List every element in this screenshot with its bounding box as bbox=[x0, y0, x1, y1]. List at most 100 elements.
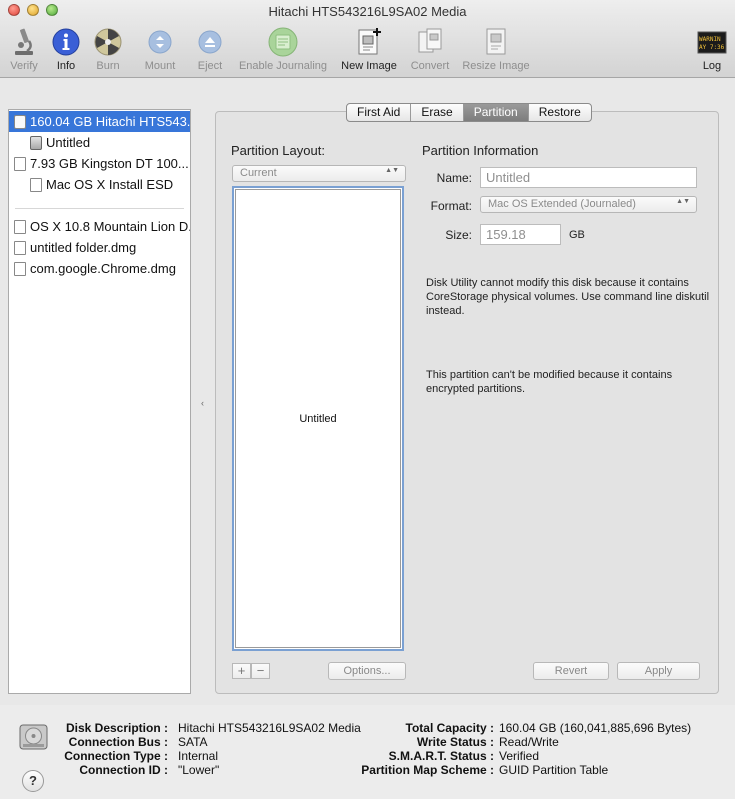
encrypted-message: This partition can't be modified because… bbox=[426, 369, 673, 395]
log-icon-line2: AY 7:36 bbox=[699, 44, 725, 51]
format-popup[interactable]: Mac OS Extended (Journaled) ▲▼ bbox=[480, 196, 697, 213]
burn-label: Burn bbox=[96, 60, 120, 72]
disk-image-icon bbox=[14, 219, 26, 234]
sidebar-item-untitled-volume[interactable]: Untitled bbox=[9, 132, 190, 153]
info-icon bbox=[51, 26, 81, 58]
partition-block-untitled[interactable]: Untitled bbox=[235, 189, 401, 648]
new-image-icon bbox=[355, 26, 383, 58]
disk-utility-window: Hitachi HTS543216L9SA02 Media Verify Inf… bbox=[0, 0, 735, 799]
convert-label: Convert bbox=[410, 60, 450, 72]
device-sidebar: 160.04 GB Hitachi HTS543... Untitled 7.9… bbox=[8, 109, 191, 694]
enable-journaling-label: Enable Journaling bbox=[238, 60, 328, 72]
sidebar-item-label: Mac OS X Install ESD bbox=[46, 177, 174, 192]
partition-layout-value: Current bbox=[240, 167, 277, 179]
resize-image-button[interactable]: Resize Image bbox=[460, 26, 532, 72]
mount-button[interactable]: Mount bbox=[142, 26, 178, 72]
options-button[interactable]: Options... bbox=[328, 662, 406, 680]
tab-partition[interactable]: Partition bbox=[463, 104, 529, 121]
mount-icon bbox=[147, 26, 173, 58]
resize-image-icon bbox=[482, 26, 510, 58]
size-label: Size: bbox=[445, 228, 472, 242]
resize-image-label: Resize Image bbox=[462, 60, 530, 72]
smart-status-value: Verified bbox=[499, 749, 540, 763]
partition-name-field[interactable]: Untitled bbox=[480, 167, 697, 188]
partition-map-key: Partition Map Scheme : bbox=[361, 763, 494, 777]
microscope-icon bbox=[11, 26, 37, 58]
add-partition-button[interactable]: + bbox=[232, 663, 251, 679]
convert-button[interactable]: Convert bbox=[408, 26, 452, 72]
new-image-label: New Image bbox=[341, 60, 397, 72]
tab-erase[interactable]: Erase bbox=[411, 104, 464, 121]
info-button[interactable]: Info bbox=[51, 26, 81, 72]
write-status-key: Write Status : bbox=[416, 735, 494, 749]
corestorage-message: Disk Utility cannot modify this disk bec… bbox=[426, 277, 710, 317]
revert-button[interactable]: Revert bbox=[533, 662, 609, 680]
disk-image-icon bbox=[14, 261, 26, 276]
info-label: Info bbox=[56, 60, 76, 72]
sidebar-separator bbox=[15, 208, 184, 209]
partition-map-value: GUID Partition Table bbox=[499, 763, 609, 777]
sidebar-item-label: Untitled bbox=[46, 135, 91, 150]
volume-icon bbox=[30, 135, 42, 150]
popup-arrows-icon: ▲▼ bbox=[385, 167, 399, 174]
connection-bus-key: Connection Bus : bbox=[68, 735, 168, 749]
sidebar-item-label: untitled folder.dmg bbox=[30, 240, 137, 255]
sidebar-item-mountain-lion-dmg[interactable]: OS X 10.8 Mountain Lion D... bbox=[9, 216, 190, 237]
log-button[interactable]: WARNIN AY 7:36 Log bbox=[697, 26, 727, 72]
format-label: Format: bbox=[430, 199, 472, 213]
partition-info-heading: Partition Information bbox=[422, 143, 539, 158]
partition-layout-map[interactable]: Untitled bbox=[232, 186, 404, 651]
connection-type-value: Internal bbox=[178, 749, 219, 763]
enable-journaling-button[interactable]: Enable Journaling bbox=[236, 26, 330, 72]
partition-size-field[interactable]: 159.18 bbox=[480, 224, 561, 245]
write-status-value: Read/Write bbox=[499, 735, 559, 749]
connection-id-value: "Lower" bbox=[178, 763, 220, 777]
log-label: Log bbox=[702, 60, 722, 72]
disk-description-key: Disk Description : bbox=[65, 721, 168, 735]
title-toolbar-area: Hitachi HTS543216L9SA02 Media Verify Inf… bbox=[0, 0, 735, 78]
popup-arrows-icon: ▲▼ bbox=[676, 198, 690, 205]
tab-bar: First Aid Erase Partition Restore bbox=[346, 103, 592, 122]
help-button[interactable]: ? bbox=[22, 770, 44, 792]
partition-layout-label: Partition Layout: bbox=[231, 143, 325, 158]
disk-image-icon bbox=[14, 240, 26, 255]
total-capacity-key: Total Capacity : bbox=[405, 721, 494, 735]
sidebar-item-install-esd[interactable]: Mac OS X Install ESD bbox=[9, 174, 190, 195]
sidebar-item-untitled-folder-dmg[interactable]: untitled folder.dmg bbox=[9, 237, 190, 258]
partition-layout-popup[interactable]: Current ▲▼ bbox=[232, 165, 406, 182]
burn-button[interactable]: Burn bbox=[92, 26, 124, 72]
console-log-icon: WARNIN AY 7:36 bbox=[697, 26, 727, 58]
window-title: Hitachi HTS543216L9SA02 Media bbox=[268, 4, 467, 19]
partition-block-label: Untitled bbox=[299, 412, 337, 425]
apply-button[interactable]: Apply bbox=[617, 662, 700, 680]
mount-label: Mount bbox=[144, 60, 176, 72]
tab-first-aid[interactable]: First Aid bbox=[347, 104, 412, 121]
connection-id-key: Connection ID : bbox=[79, 763, 168, 777]
usb-disk-icon bbox=[14, 156, 26, 171]
remove-partition-button[interactable]: − bbox=[251, 663, 270, 679]
connection-bus-value: SATA bbox=[178, 735, 208, 749]
eject-icon bbox=[197, 26, 223, 58]
smart-status-key: S.M.A.R.T. Status : bbox=[388, 749, 494, 763]
verify-button[interactable]: Verify bbox=[8, 26, 40, 72]
sidebar-item-kingston-disk[interactable]: 7.93 GB Kingston DT 100... bbox=[9, 153, 190, 174]
sidebar-item-label: 160.04 GB Hitachi HTS543... bbox=[30, 114, 190, 129]
splitter-handle[interactable]: ‹ bbox=[201, 398, 204, 408]
tab-restore[interactable]: Restore bbox=[529, 104, 591, 121]
connection-type-key: Connection Type : bbox=[64, 749, 168, 763]
log-icon-line1: WARNIN bbox=[699, 36, 721, 43]
convert-icon bbox=[416, 26, 444, 58]
sidebar-item-chrome-dmg[interactable]: com.google.Chrome.dmg bbox=[9, 258, 190, 279]
eject-button[interactable]: Eject bbox=[196, 26, 224, 72]
sidebar-item-hitachi-disk[interactable]: 160.04 GB Hitachi HTS543... bbox=[9, 111, 190, 132]
total-capacity-value: 160.04 GB (160,041,885,696 Bytes) bbox=[499, 721, 692, 735]
sidebar-item-label: com.google.Chrome.dmg bbox=[30, 261, 176, 276]
format-value: Mac OS Extended (Journaled) bbox=[488, 198, 636, 210]
volume-icon bbox=[30, 177, 42, 192]
sidebar-item-label: OS X 10.8 Mountain Lion D... bbox=[30, 219, 190, 234]
name-label: Name: bbox=[436, 171, 472, 185]
burn-icon bbox=[93, 26, 123, 58]
new-image-button[interactable]: New Image bbox=[340, 26, 398, 72]
journaling-icon bbox=[267, 26, 299, 58]
size-unit: GB bbox=[569, 229, 585, 241]
